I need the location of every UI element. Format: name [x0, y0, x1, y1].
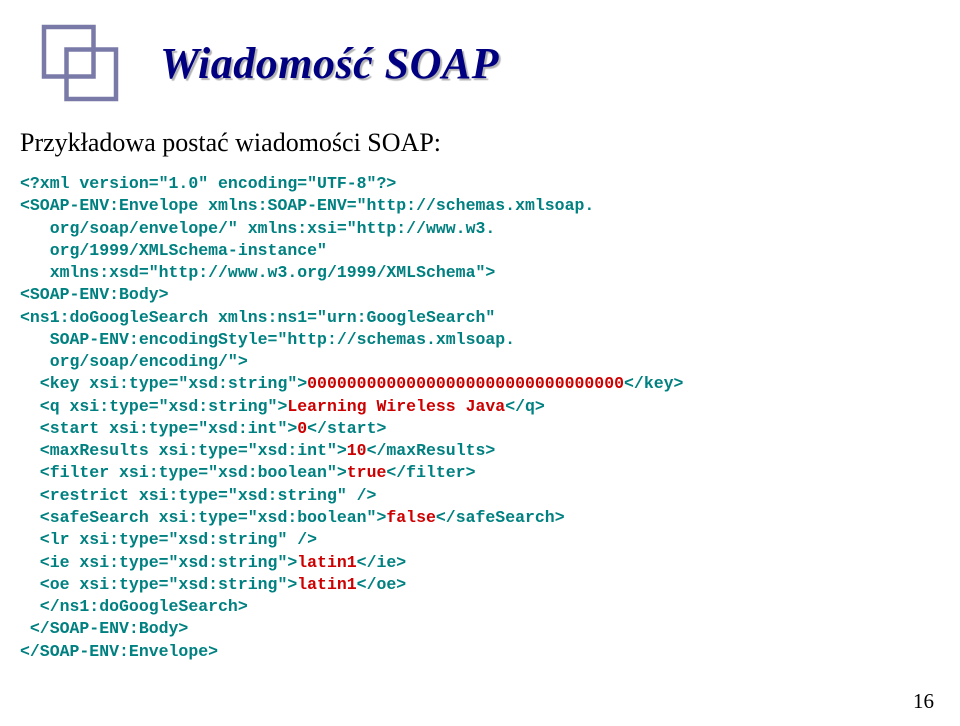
code-line: <restrict xsi:type="xsd:string" />	[20, 486, 376, 505]
page-number: 16	[913, 689, 934, 714]
code-value: 10	[347, 441, 367, 460]
code-value: true	[347, 463, 387, 482]
code-line: </SOAP-ENV:Body>	[20, 619, 188, 638]
code-line: org/soap/envelope/" xmlns:xsi="http://ww…	[20, 219, 495, 238]
code-line: org/soap/encoding/">	[20, 352, 248, 371]
code-line: </ns1:doGoogleSearch>	[20, 597, 248, 616]
code-line: <safeSearch xsi:type="xsd:boolean">false…	[20, 508, 565, 527]
overlapping-squares-icon	[35, 18, 125, 108]
code-line: <oe xsi:type="xsd:string">latin1</oe>	[20, 575, 406, 594]
soap-code-block: <?xml version="1.0" encoding="UTF-8"?> <…	[20, 173, 940, 663]
code-line: <ie xsi:type="xsd:string">latin1</ie>	[20, 553, 406, 572]
code-value: 00000000000000000000000000000000	[307, 374, 624, 393]
slide-title: Wiadomość SOAP	[160, 38, 499, 89]
code-value: 0	[297, 419, 307, 438]
code-line: <start xsi:type="xsd:int">0</start>	[20, 419, 386, 438]
code-line: <SOAP-ENV:Body>	[20, 285, 169, 304]
code-line: <ns1:doGoogleSearch xmlns:ns1="urn:Googl…	[20, 308, 495, 327]
code-line: xmlns:xsd="http://www.w3.org/1999/XMLSch…	[20, 263, 495, 282]
code-value: false	[386, 508, 436, 527]
code-line: </SOAP-ENV:Envelope>	[20, 642, 218, 661]
code-value: Learning Wireless Java	[287, 397, 505, 416]
code-line: <filter xsi:type="xsd:boolean">true</fil…	[20, 463, 476, 482]
code-line: <lr xsi:type="xsd:string" />	[20, 530, 317, 549]
code-value: latin1	[297, 575, 356, 594]
slide-header: Wiadomość SOAP	[35, 18, 940, 108]
code-line: SOAP-ENV:encodingStyle="http://schemas.x…	[20, 330, 515, 349]
code-line: <maxResults xsi:type="xsd:int">10</maxRe…	[20, 441, 495, 460]
code-line: <?xml version="1.0" encoding="UTF-8"?>	[20, 174, 396, 193]
code-line: <q xsi:type="xsd:string">Learning Wirele…	[20, 397, 545, 416]
code-line: <SOAP-ENV:Envelope xmlns:SOAP-ENV="http:…	[20, 196, 594, 215]
slide-subtitle: Przykładowa postać wiadomości SOAP:	[20, 128, 940, 158]
code-line: org/1999/XMLSchema-instance"	[20, 241, 327, 260]
code-line: <key xsi:type="xsd:string">0000000000000…	[20, 374, 683, 393]
code-value: latin1	[297, 553, 356, 572]
